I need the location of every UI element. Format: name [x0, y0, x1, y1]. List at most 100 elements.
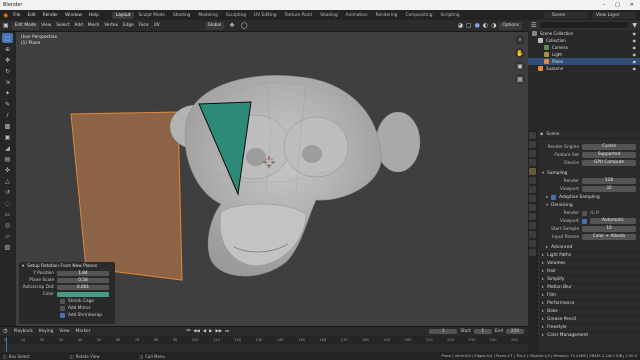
data-tab-icon[interactable] [529, 231, 536, 238]
next-keyframe-icon[interactable]: ▶▶ [215, 329, 222, 334]
render-tab-icon[interactable] [529, 141, 536, 148]
close-icon[interactable]: ✕ [630, 2, 634, 8]
prev-keyframe-icon[interactable]: ◀◀ [193, 329, 200, 334]
properties-section[interactable]: ▸ Bake [538, 307, 640, 315]
jump-end-icon[interactable]: ⏭ [225, 329, 229, 334]
visibility-icon[interactable]: ◉ [633, 31, 637, 36]
redo-check[interactable]: Shrink Cage [19, 298, 115, 305]
poly-build-icon[interactable]: △ [2, 176, 13, 186]
properties-section[interactable]: ▸ Hair [538, 267, 640, 275]
shading-material-icon[interactable]: ◐ [483, 22, 488, 29]
menu-window[interactable]: Window [65, 13, 82, 18]
spin-icon[interactable]: ↺ [2, 187, 13, 197]
rip-region-icon[interactable]: ▧ [2, 242, 13, 252]
menu-marker[interactable]: Marker [76, 329, 91, 334]
properties-section[interactable]: ▸ Performance [538, 299, 640, 307]
outliner-item[interactable]: Light ◉ [528, 51, 640, 58]
denoise-render-checkbox[interactable] [582, 210, 587, 216]
y-position-field[interactable]: 1.84 [57, 271, 109, 276]
start-frame-field[interactable]: 1 [473, 329, 492, 334]
properties-section[interactable]: ▸ Film [538, 291, 640, 299]
measure-icon[interactable]: ∕ [2, 110, 13, 120]
tab-sculpt-mode[interactable]: Sculpt Mode [134, 12, 169, 19]
tab-scripting[interactable]: Scripting [436, 12, 463, 19]
tab-layout[interactable]: Layout [111, 11, 135, 19]
filter-icon[interactable]: ▼ [632, 22, 637, 29]
properties-section[interactable]: ▸ Grease Pencil [538, 315, 640, 323]
properties-section[interactable]: ▸ Motion Blur [538, 283, 640, 291]
outliner-item[interactable]: Suzanne ◉ [528, 65, 640, 72]
menu-add[interactable]: Add [75, 23, 83, 28]
scene-selector[interactable]: Scene [544, 11, 588, 19]
menu-mesh[interactable]: Mesh [88, 23, 99, 28]
end-frame-field[interactable]: 250 [506, 329, 524, 334]
menu-timeline-view[interactable]: View [59, 329, 69, 334]
outliner-item[interactable]: Scene Collection ◉ [528, 30, 640, 37]
shading-solid-icon[interactable]: ● [475, 22, 480, 29]
properties-section[interactable]: ▸ Freestyle [538, 323, 640, 331]
rotate-icon[interactable]: ↻ [2, 66, 13, 76]
outliner-search-input[interactable] [540, 22, 629, 28]
knife-icon[interactable]: ✜ [2, 165, 13, 175]
visibility-icon[interactable]: ◉ [633, 52, 637, 57]
blender-logo-icon[interactable]: ◉ [3, 12, 8, 19]
menu-help[interactable]: Help [89, 13, 99, 18]
particles-tab-icon[interactable] [529, 204, 536, 211]
tab-animation[interactable]: Animation [342, 12, 372, 19]
snap-icon[interactable]: ❖ [229, 22, 234, 29]
render-engine-select[interactable]: Cycles [582, 144, 636, 150]
menu-file[interactable]: File [13, 13, 20, 18]
tab-uv-editing[interactable]: UV Editing [250, 12, 280, 19]
modifier-tab-icon[interactable] [529, 195, 536, 202]
texture-tab-icon[interactable] [529, 249, 536, 256]
bevel-icon[interactable]: ◢ [2, 143, 13, 153]
orientation-selector[interactable]: Global [204, 21, 225, 30]
transform-icon[interactable]: ✦ [2, 88, 13, 98]
menu-uv[interactable]: UV [154, 23, 160, 28]
visibility-icon[interactable]: ◉ [633, 45, 637, 50]
world-tab-icon[interactable] [529, 177, 536, 184]
plane-scale-field[interactable]: 0.58 [57, 278, 109, 283]
add-shrinkwrap-checkbox[interactable] [60, 313, 65, 318]
inset-icon[interactable]: ▣ [2, 132, 13, 142]
shrink-cage-checkbox[interactable] [60, 299, 65, 304]
advanced-section[interactable]: ▸ Advanced [538, 243, 640, 251]
timeline-editor-icon[interactable]: ⏱ [3, 328, 8, 336]
output-tab-icon[interactable] [529, 150, 536, 157]
menu-vertex[interactable]: Vertex [104, 23, 118, 28]
visibility-icon[interactable]: ◉ [633, 59, 637, 64]
play-reverse-icon[interactable]: ◀ [203, 329, 206, 334]
viewport-samples-field[interactable]: 32 [582, 186, 636, 192]
cursor-icon[interactable]: ⊕ [2, 44, 13, 54]
mode-selector[interactable]: Edit Mode [11, 21, 40, 30]
menu-face[interactable]: Face [139, 23, 149, 28]
menu-view[interactable]: View [41, 23, 51, 28]
play-icon[interactable]: ▶ [209, 329, 212, 334]
move-icon[interactable]: ✥ [2, 55, 13, 65]
timeline-ruler[interactable]: 0102030405060708090100110120130140150160… [0, 336, 528, 344]
outliner-item[interactable]: Plane ◉ [528, 58, 640, 65]
proportional-edit-icon[interactable]: ◯ [241, 22, 248, 29]
view-layer-tab-icon[interactable] [529, 159, 536, 166]
properties-section[interactable]: ▸ Light Paths [538, 251, 640, 259]
input-passes-select[interactable]: Color + Albedo [582, 234, 636, 240]
view-layer-selector[interactable]: View Layer [592, 11, 636, 19]
tab-shading-2[interactable]: Shading [316, 12, 341, 19]
menu-playback[interactable]: Playback [14, 329, 33, 334]
menu-edge[interactable]: Edge [123, 23, 134, 28]
properties-section[interactable]: ▸ Volumes [538, 259, 640, 267]
tab-sculpting[interactable]: Sculpting [222, 12, 250, 19]
constraints-tab-icon[interactable] [529, 222, 536, 229]
outliner-editor-icon[interactable]: ☰ [531, 22, 536, 29]
playhead[interactable] [6, 337, 7, 353]
shading-rendered-icon[interactable]: ◑ [491, 22, 496, 29]
outliner-item[interactable]: Collection ◉ [528, 37, 640, 44]
object-tab-icon[interactable] [529, 186, 536, 193]
tab-modeling[interactable]: Modeling [194, 12, 222, 19]
tab-shading-1[interactable]: Shading [169, 12, 194, 19]
add-mirror-checkbox[interactable] [60, 306, 65, 311]
options-button[interactable]: Options [499, 21, 522, 30]
properties-section[interactable]: ▸ Color Management [538, 331, 640, 339]
visibility-icon[interactable]: ◉ [633, 66, 637, 71]
maximize-icon[interactable]: □ [615, 2, 620, 8]
